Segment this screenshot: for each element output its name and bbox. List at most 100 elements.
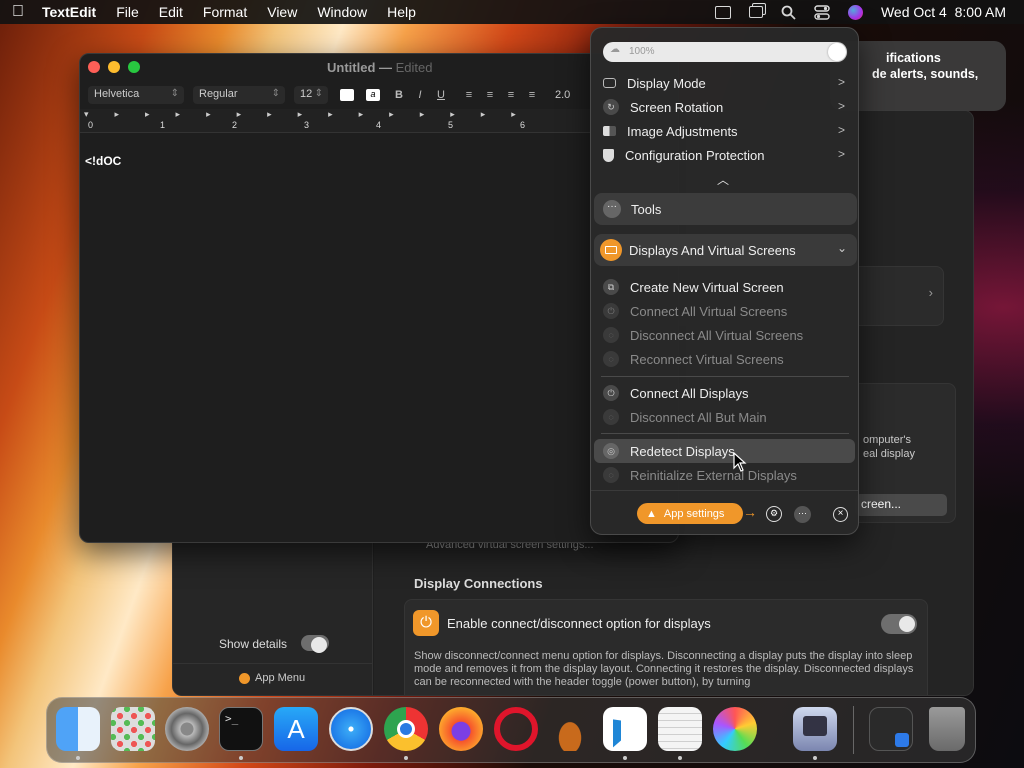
power-icon: ⏻ bbox=[603, 385, 619, 401]
chevron-right-icon[interactable]: › bbox=[929, 285, 933, 300]
menu-display-mode[interactable]: Display Mode > bbox=[594, 71, 855, 95]
siri-icon[interactable] bbox=[847, 4, 863, 20]
app-menu-link[interactable]: App Menu bbox=[255, 672, 305, 684]
line-spacing-select[interactable]: 2.0 bbox=[555, 89, 570, 101]
highlight-color-icon[interactable]: a bbox=[366, 89, 380, 101]
trash-icon[interactable] bbox=[929, 707, 965, 751]
downloads-stack-icon[interactable] bbox=[869, 707, 913, 751]
italic-button[interactable]: I bbox=[411, 89, 429, 101]
menu-configuration-protection[interactable]: Configuration Protection > bbox=[594, 143, 855, 167]
reinitialize-external-displays: ◌ Reinitialize External Displays bbox=[594, 463, 855, 487]
align-center-icon[interactable]: ≡ bbox=[481, 89, 499, 101]
more-options-icon[interactable]: ··· bbox=[794, 506, 811, 523]
ruler-mark-0: 0 bbox=[88, 120, 94, 130]
text-color-swatch[interactable] bbox=[340, 89, 354, 101]
font-family-select[interactable]: Helvetica bbox=[88, 86, 184, 104]
chrome-icon[interactable] bbox=[384, 707, 428, 751]
app-menu-icon bbox=[239, 673, 250, 684]
align-left-icon[interactable]: ≡ bbox=[460, 89, 478, 101]
menu-bar:  TextEdit File Edit Format View Window … bbox=[0, 0, 1024, 24]
display-connections-heading: Display Connections bbox=[414, 576, 543, 591]
display-menubar-icon[interactable] bbox=[714, 5, 731, 19]
notification-body: de alerts, sounds, bbox=[872, 67, 979, 81]
textedit-window: Untitled — Edited Helvetica Regular 12 a… bbox=[79, 53, 679, 543]
close-icon[interactable]: × bbox=[833, 507, 848, 522]
chevron-right-icon: > bbox=[837, 75, 845, 89]
bold-button[interactable]: B bbox=[390, 89, 408, 101]
textedit-icon[interactable] bbox=[658, 707, 702, 751]
mouse-cursor-icon bbox=[733, 452, 747, 472]
app-menu-textedit[interactable]: TextEdit bbox=[36, 4, 106, 20]
connect-option-description: Show disconnect/connect menu option for … bbox=[414, 650, 914, 688]
connect-option-card: ⏻ Enable connect/disconnect option for d… bbox=[404, 599, 928, 695]
document-body[interactable]: <!dOC bbox=[85, 154, 121, 168]
color-ui-icon[interactable] bbox=[713, 707, 757, 751]
redetect-displays-label: Redetect Displays bbox=[630, 443, 735, 459]
menu-window[interactable]: Window bbox=[307, 4, 377, 20]
ruler-mark-5: 5 bbox=[448, 120, 454, 130]
finder-icon[interactable] bbox=[56, 707, 100, 751]
minimize-window-button[interactable] bbox=[108, 61, 120, 73]
arrow-right-icon: → bbox=[743, 504, 757, 520]
menu-view[interactable]: View bbox=[257, 4, 307, 20]
underline-button[interactable]: U bbox=[432, 89, 450, 101]
app-settings-button[interactable]: ▲ App settings bbox=[637, 503, 743, 524]
control-center-icon[interactable] bbox=[814, 4, 830, 20]
vscode-icon[interactable] bbox=[603, 707, 647, 751]
settings-gear-icon[interactable]: ⚙ bbox=[766, 506, 782, 522]
terminal-icon[interactable]: >_ bbox=[219, 707, 263, 751]
ruler-mark-1: 1 bbox=[160, 120, 166, 130]
safari-icon[interactable] bbox=[329, 707, 373, 751]
opera-icon[interactable] bbox=[494, 707, 538, 751]
create-virtual-screen[interactable]: ⧉ Create New Virtual Screen bbox=[594, 275, 855, 299]
show-details-toggle[interactable] bbox=[301, 635, 329, 653]
collapse-chevron-icon[interactable]: ︿ bbox=[717, 171, 729, 188]
ruler-mark-6: 6 bbox=[520, 120, 526, 130]
create-virtual-screen-button[interactable]: creen... bbox=[855, 494, 947, 516]
running-indicator bbox=[239, 756, 243, 760]
spotlight-search-icon[interactable] bbox=[781, 5, 796, 20]
align-right-icon[interactable]: ≡ bbox=[502, 89, 520, 101]
ruler[interactable]: 0 1 2 3 4 5 6 ▾▸▸▸▸▸▸▸▸▸▸▸▸▸▸ bbox=[80, 109, 678, 133]
zoom-window-button[interactable] bbox=[128, 61, 140, 73]
justify-icon[interactable]: ≡ bbox=[523, 89, 541, 101]
screens-menubar-icon[interactable] bbox=[748, 6, 763, 18]
system-settings-icon[interactable] bbox=[165, 707, 209, 751]
app-store-icon[interactable]: A bbox=[274, 707, 318, 751]
reinitialize-label: Reinitialize External Displays bbox=[630, 467, 797, 483]
connect-all-displays[interactable]: ⏻ Connect All Displays bbox=[594, 381, 855, 405]
apple-menu-icon[interactable]:  bbox=[0, 3, 36, 21]
launchpad-icon[interactable] bbox=[111, 707, 155, 751]
image-adjustments-label: Image Adjustments bbox=[627, 123, 738, 139]
menu-file[interactable]: File bbox=[106, 4, 149, 20]
redetect-icon: ◎ bbox=[603, 443, 619, 459]
menu-help[interactable]: Help bbox=[377, 4, 426, 20]
running-indicator bbox=[404, 756, 408, 760]
menu-screen-rotation[interactable]: ↻ Screen Rotation > bbox=[594, 95, 855, 119]
brightness-icon: ☁ bbox=[610, 44, 620, 55]
chevron-right-icon: > bbox=[837, 147, 845, 161]
screen-rotation-label: Screen Rotation bbox=[630, 99, 724, 115]
menu-format[interactable]: Format bbox=[193, 4, 257, 20]
create-virtual-screen-label: Create New Virtual Screen bbox=[630, 279, 784, 295]
garageband-icon[interactable] bbox=[548, 707, 592, 751]
running-indicator bbox=[678, 756, 682, 760]
displays-section-header[interactable]: Displays And Virtual Screens ⌄ bbox=[594, 234, 857, 266]
redetect-displays[interactable]: ◎ Redetect Displays bbox=[594, 439, 855, 463]
menubar-clock[interactable]: Wed Oct 4 8:00 AM bbox=[881, 4, 1006, 20]
brightness-slider[interactable]: ☁ 100% bbox=[603, 42, 847, 62]
configuration-protection-label: Configuration Protection bbox=[625, 147, 765, 163]
power-icon: ⏻ bbox=[603, 303, 619, 319]
close-window-button[interactable] bbox=[88, 61, 100, 73]
tools-label: Tools bbox=[631, 201, 662, 217]
menu-image-adjustments[interactable]: Image Adjustments > bbox=[594, 119, 855, 143]
tools-item[interactable]: ··· Tools bbox=[594, 193, 857, 225]
betterdisplay-icon[interactable] bbox=[793, 707, 837, 751]
firefox-icon[interactable] bbox=[439, 707, 483, 751]
panel-footer-divider bbox=[591, 490, 858, 491]
slider-knob[interactable] bbox=[828, 43, 846, 61]
connect-option-toggle[interactable] bbox=[881, 614, 917, 634]
font-size-select[interactable]: 12 bbox=[294, 86, 328, 104]
menu-edit[interactable]: Edit bbox=[149, 4, 193, 20]
font-style-select[interactable]: Regular bbox=[193, 86, 285, 104]
